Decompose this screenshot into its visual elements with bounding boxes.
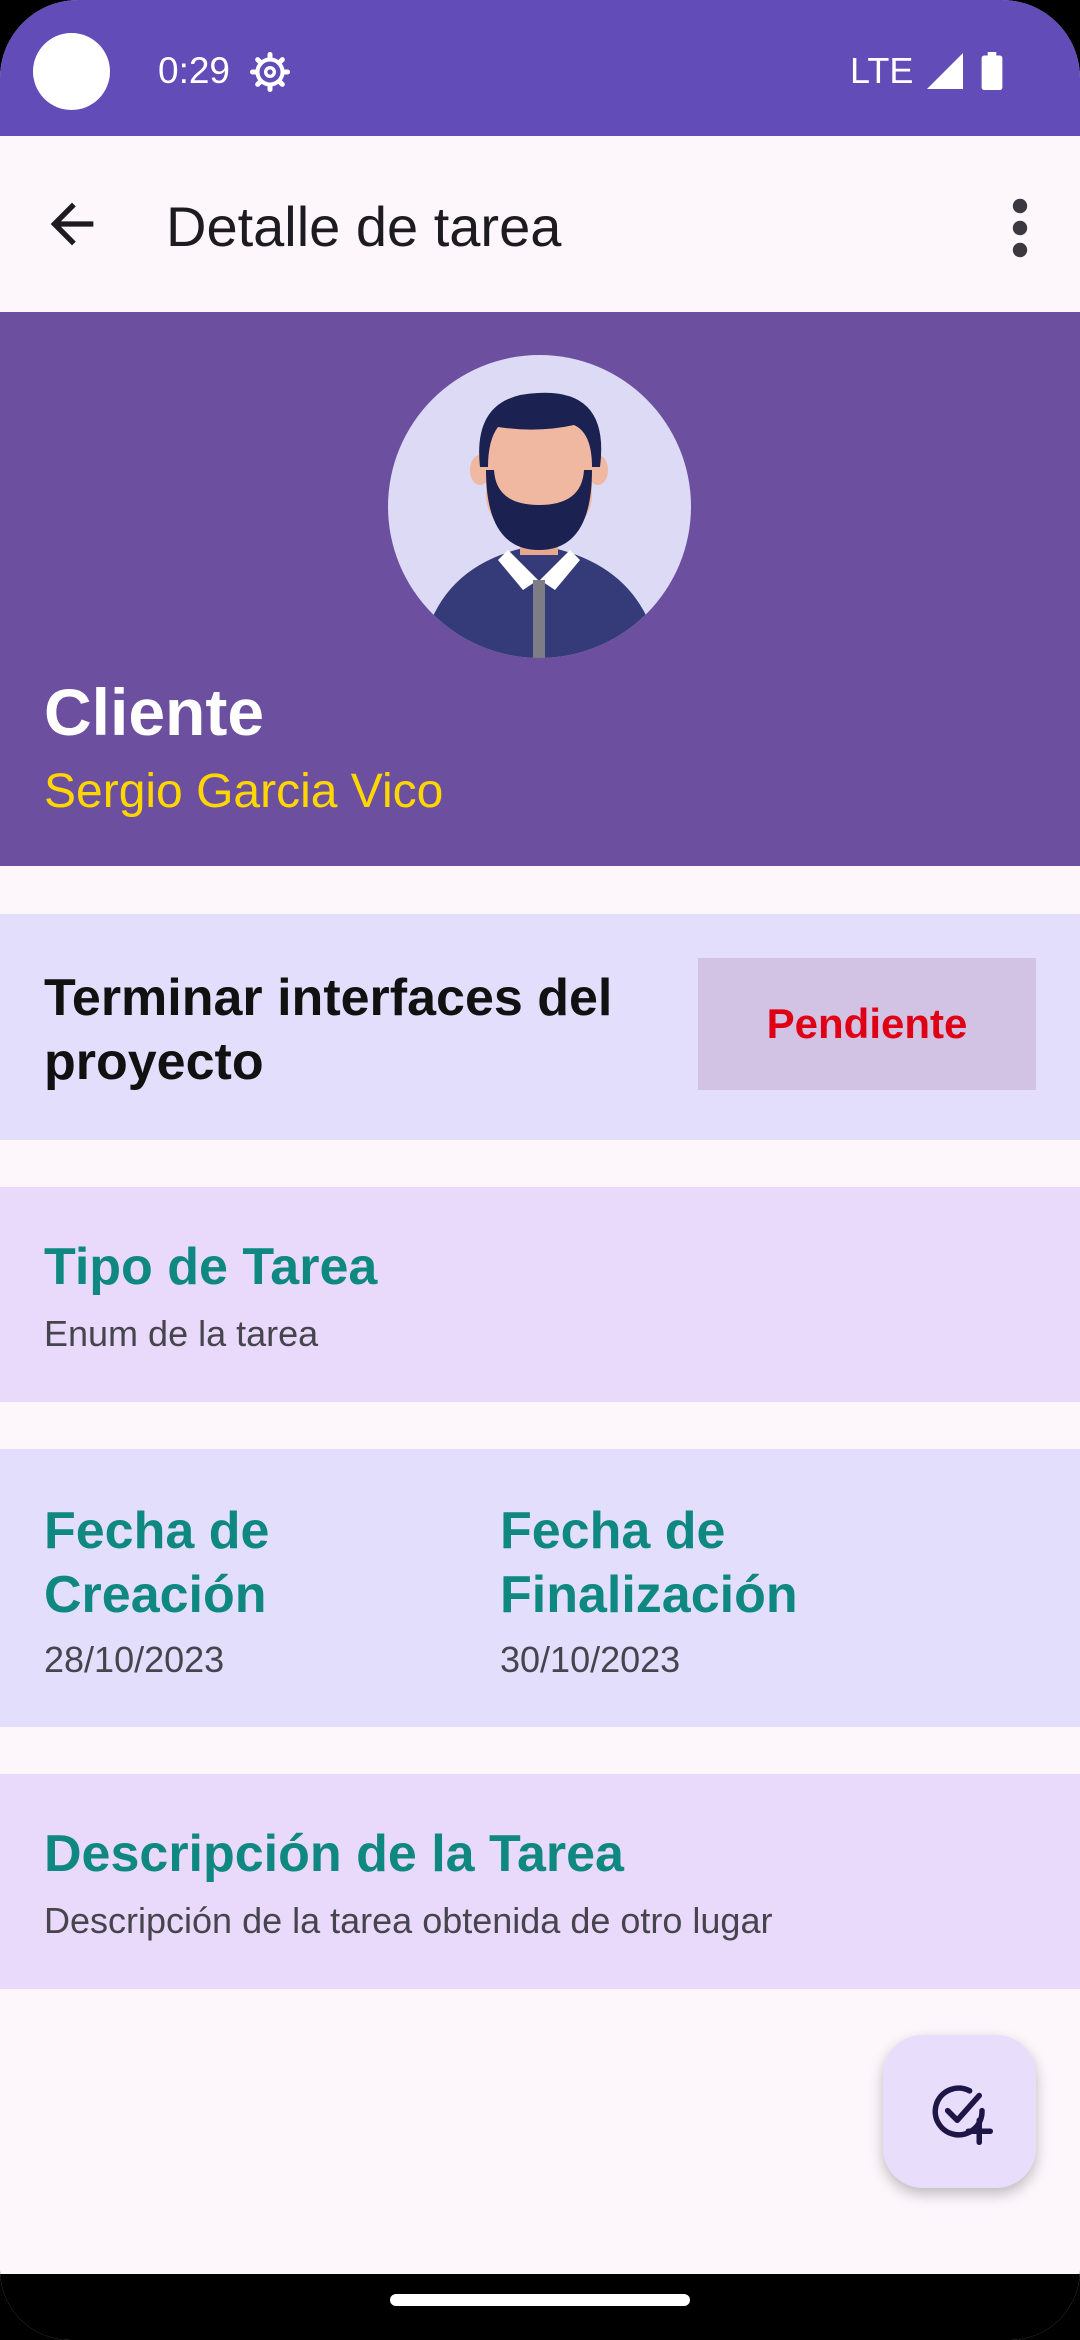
client-header: Cliente Sergio Garcia Vico [0,312,1080,866]
created-date-value: 28/10/2023 [44,1639,225,1680]
screen: 0:29 LTE Detalle de tarea Cliente Sergio… [0,0,1080,2340]
complete-task-fab[interactable] [883,2035,1036,2188]
finished-date-value: 30/10/2023 [500,1639,681,1680]
status-bar: 0:29 LTE [0,0,1080,136]
status-button[interactable]: Pendiente [698,958,1036,1090]
page-title: Detalle de tarea [166,195,562,258]
description-card: Descripción de la Tarea Descripción de l… [0,1774,1080,1989]
arrow-left-icon[interactable] [40,192,104,256]
task-type-card: Tipo de Tarea Enum de la tarea [0,1187,1080,1402]
more-vert-icon[interactable] [1000,196,1040,260]
description-title: Descripción de la Tarea [44,1825,624,1883]
signal-icon [927,53,963,89]
description-value: Descripción de la tarea obtenida de otro… [44,1900,773,1941]
camera-cutout [33,33,110,110]
dates-card: Fecha de Creación 28/10/2023 Fecha de Fi… [0,1449,1080,1727]
task-title: Terminar interfaces del proyecto [44,969,613,1091]
created-date-title: Fecha de Creación [44,1502,270,1624]
gear-icon [250,52,290,92]
client-name: Sergio Garcia Vico [44,765,444,818]
status-time: 0:29 [158,50,231,91]
home-handle[interactable] [390,2294,690,2306]
bearded-man-avatar-icon [426,392,654,658]
battery-icon [981,52,1003,90]
task-type-title: Tipo de Tarea [44,1238,378,1296]
app-bar: Detalle de tarea [0,136,1080,312]
check-circle-add-icon [932,2084,993,2145]
client-avatar [388,355,691,658]
client-label: Cliente [44,675,265,749]
network-type: LTE [850,50,914,91]
finished-date-title: Fecha de Finalización [500,1502,798,1624]
task-card: Terminar interfaces del proyecto Pendien… [0,914,1080,1140]
task-type-value: Enum de la tarea [44,1313,319,1354]
gesture-nav-bar [0,2274,1080,2340]
